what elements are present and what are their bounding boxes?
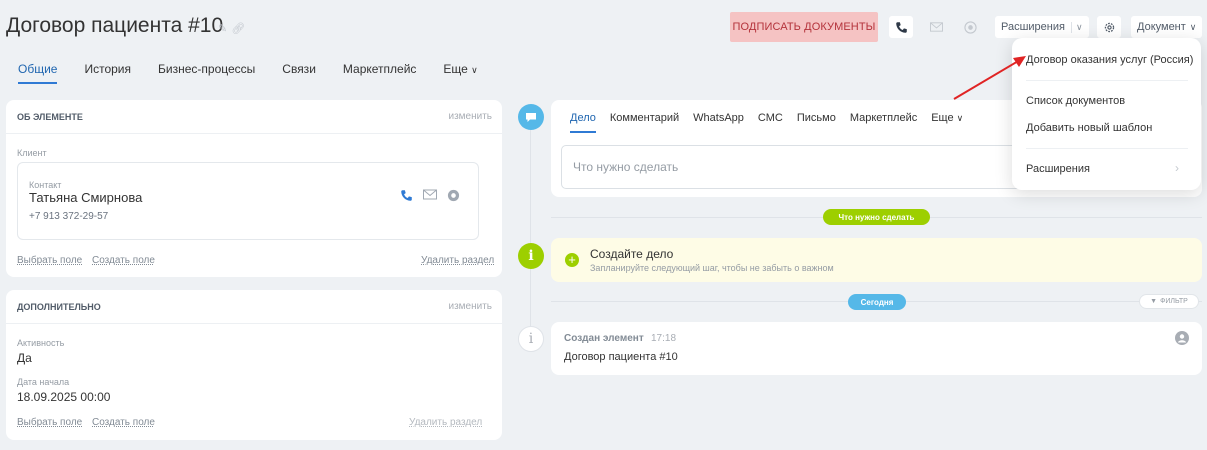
activity-label: Активность <box>17 338 65 348</box>
chat-icon <box>963 20 977 34</box>
contact-phone[interactable]: +7 913 372-29-57 <box>29 211 108 222</box>
select-field-link[interactable]: Выбрать поле <box>17 417 82 428</box>
about-card: ОБ ЭЛЕМЕНТЕ изменить Клиент Контакт Тать… <box>6 100 502 277</box>
event-card <box>551 322 1202 375</box>
activity-dot <box>518 104 544 130</box>
phone-button[interactable] <box>889 16 913 38</box>
activity-tab-marketplace[interactable]: Маркетплейс <box>850 112 917 133</box>
envelope-icon[interactable] <box>423 189 437 200</box>
event-time: 17:18 <box>651 333 677 344</box>
create-task-title[interactable]: Создайте дело <box>590 247 673 261</box>
additional-title: ДОПОЛНИТЕЛЬНО <box>17 301 101 312</box>
activity-tabs: Дело Комментарий WhatsApp СМС Письмо Мар… <box>570 112 977 133</box>
start-date-label: Дата начала <box>17 377 70 387</box>
activity-value: Да <box>17 351 32 365</box>
main-tabs: Общие История Бизнес-процессы Связи Марк… <box>18 62 505 84</box>
edit-pencil-icon[interactable]: ✎ <box>218 22 227 35</box>
about-title: ОБ ЭЛЕМЕНТЕ <box>17 111 83 122</box>
create-task-subtitle: Запланируйте следующий шаг, чтобы не заб… <box>590 263 834 273</box>
info-icon: i <box>528 248 534 264</box>
select-field-link[interactable]: Выбрать поле <box>17 255 82 266</box>
sign-documents-button[interactable]: ПОДПИСАТЬ ДОКУМЕНТЫ <box>730 12 878 42</box>
tab-history[interactable]: История <box>84 62 131 84</box>
menu-item-service-contract[interactable]: Договор оказания услуг (Россия) <box>1026 54 1193 66</box>
chat-icon[interactable] <box>447 189 460 202</box>
additional-edit-link[interactable]: изменить <box>448 301 492 312</box>
activity-tab-email[interactable]: Письмо <box>797 112 836 133</box>
activity-tab-whatsapp[interactable]: WhatsApp <box>693 112 744 133</box>
link-icon[interactable]: 🔗︎ <box>231 22 245 35</box>
info-dot: i <box>518 243 544 269</box>
event-text: Договор пациента #10 <box>564 351 678 363</box>
extensions-button[interactable]: Расширения ∨ <box>995 16 1089 38</box>
chevron-down-icon: ∨ <box>956 113 964 123</box>
contact-name[interactable]: Татьяна Смирнова <box>29 190 142 205</box>
settings-button[interactable] <box>1097 16 1121 38</box>
menu-divider <box>1026 80 1188 81</box>
start-date-value: 18.09.2025 00:00 <box>17 390 111 404</box>
tab-more[interactable]: Еще ∨ <box>443 62 477 84</box>
tab-links[interactable]: Связи <box>282 62 316 84</box>
today-pill: Сегодня <box>848 294 906 310</box>
chevron-right-icon: › <box>1175 161 1179 175</box>
event-title: Создан элемент <box>564 333 644 344</box>
delete-section-link[interactable]: Удалить раздел <box>421 255 494 266</box>
todo-pill: Что нужно сделать <box>823 209 930 225</box>
delete-section-link[interactable]: Удалить раздел <box>409 417 482 428</box>
create-field-link[interactable]: Создать поле <box>92 255 155 266</box>
chevron-down-icon: ∨ <box>1189 21 1197 32</box>
phone-icon <box>895 21 907 33</box>
additional-card: ДОПОЛНИТЕЛЬНО изменить Активность Да Дат… <box>6 290 502 440</box>
tab-general[interactable]: Общие <box>18 62 58 84</box>
menu-item-extensions[interactable]: Расширения <box>1026 163 1090 175</box>
activity-tab-comment[interactable]: Комментарий <box>610 112 679 133</box>
page-title: Договор пациента #10 <box>6 14 224 37</box>
activity-tab-sms[interactable]: СМС <box>758 112 783 133</box>
envelope-icon <box>929 22 943 32</box>
tab-business-processes[interactable]: Бизнес-процессы <box>158 62 255 84</box>
menu-divider <box>1026 148 1188 149</box>
info-dot: i <box>518 326 544 352</box>
messenger-button[interactable] <box>958 16 982 38</box>
filter-button[interactable]: ▼ ФИЛЬТР <box>1139 294 1199 309</box>
comment-icon <box>526 112 536 122</box>
extensions-label: Расширения <box>1001 21 1065 33</box>
document-button[interactable]: Документ ∨ <box>1131 16 1203 38</box>
client-label: Клиент <box>17 148 47 158</box>
phone-icon[interactable] <box>400 189 413 202</box>
chevron-down-icon: ∨ <box>471 65 478 75</box>
about-edit-link[interactable]: изменить <box>448 111 492 122</box>
chevron-down-icon[interactable]: ∨ <box>1070 21 1083 33</box>
document-label: Документ <box>1137 21 1186 33</box>
plus-icon[interactable]: + <box>565 253 579 267</box>
user-avatar-icon <box>1175 331 1189 345</box>
person-icon <box>1178 334 1186 343</box>
filter-label: ФИЛЬТР <box>1160 298 1188 305</box>
gear-icon <box>1104 22 1114 32</box>
annotation-arrow <box>953 56 1026 100</box>
activity-tab-more[interactable]: Еще ∨ <box>931 112 963 133</box>
activity-tab-more-label: Еще <box>931 112 954 124</box>
info-icon: i <box>528 331 534 347</box>
tab-marketplace[interactable]: Маркетплейс <box>343 62 417 84</box>
contact-label: Контакт <box>29 180 62 190</box>
menu-item-add-template[interactable]: Добавить новый шаблон <box>1026 122 1152 134</box>
contact-box: Контакт Татьяна Смирнова +7 913 372-29-5… <box>17 162 479 240</box>
document-menu: Договор оказания услуг (Россия) Список д… <box>1012 38 1201 190</box>
menu-item-document-list[interactable]: Список документов <box>1026 95 1125 107</box>
create-field-link[interactable]: Создать поле <box>92 417 155 428</box>
timeline-line <box>530 112 531 352</box>
activity-tab-task[interactable]: Дело <box>570 112 596 133</box>
filter-icon: ▼ <box>1150 298 1158 305</box>
tab-more-label: Еще <box>443 62 468 76</box>
email-button[interactable] <box>924 16 948 38</box>
